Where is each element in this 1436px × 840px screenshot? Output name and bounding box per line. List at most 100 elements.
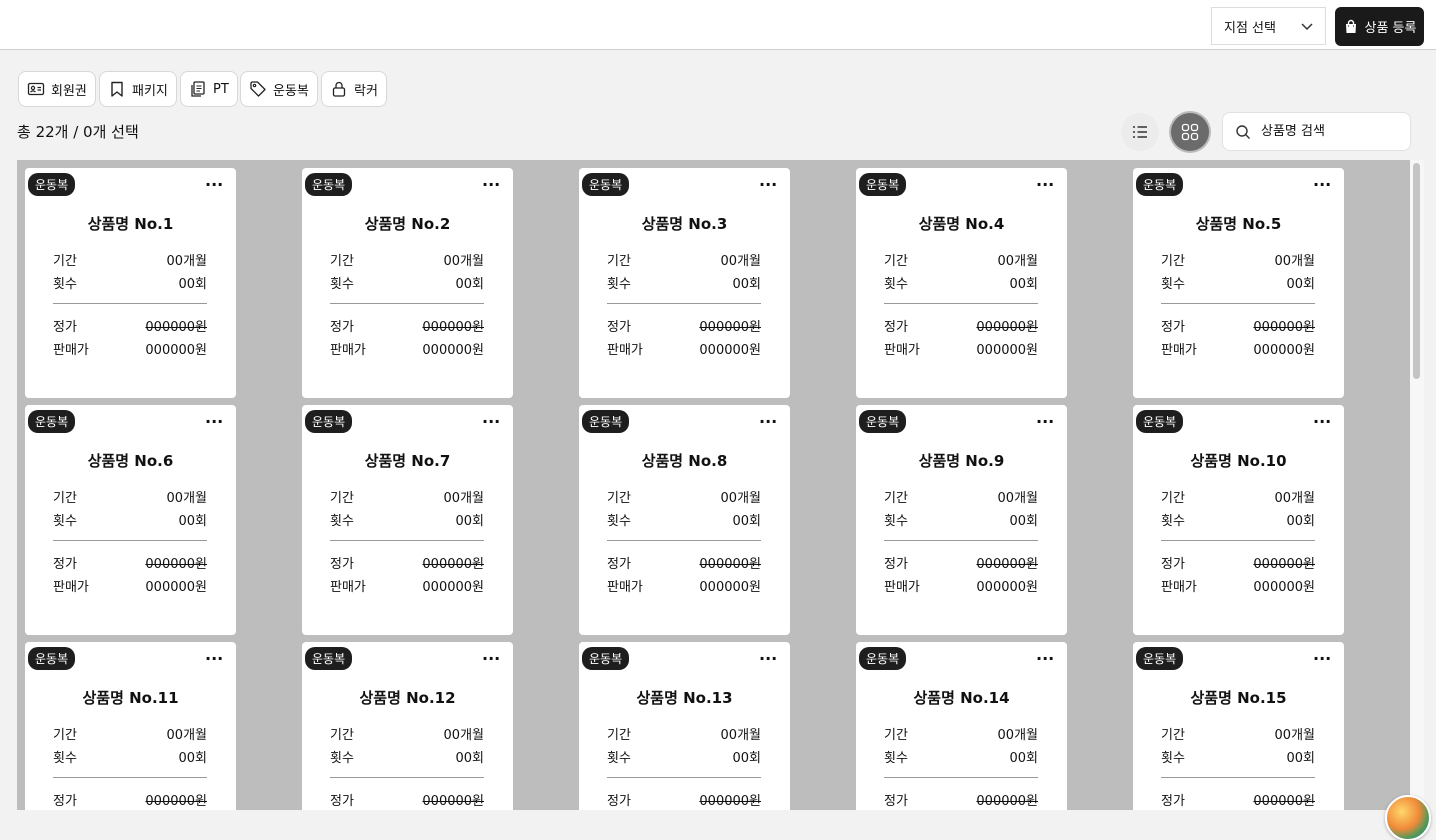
count-label: 횟수 (607, 751, 631, 766)
category-badge: 운동복 (859, 647, 907, 670)
more-options-icon[interactable]: ··· (205, 177, 223, 193)
product-card[interactable]: 운동복 ··· 상품명 No.10 기간 00개월 횟수 00회 정가 000000원 판매가 00… (1133, 405, 1344, 635)
count-row: 횟수 00회 (884, 747, 1038, 766)
period-row: 기간 00개월 (1161, 724, 1315, 743)
category-label: 락커 (354, 83, 378, 99)
sale-price-row: 판매가 000000원 (607, 339, 761, 358)
register-product-label: 상품 등록 (1364, 21, 1417, 36)
more-options-icon[interactable]: ··· (1036, 177, 1054, 193)
period-label: 기간 (330, 728, 354, 743)
sale-price-row: 판매가 000000원 (1161, 339, 1315, 358)
product-card[interactable]: 운동복 ··· 상품명 No.9 기간 00개월 횟수 00회 정가 000000원 판매가 000… (856, 405, 1067, 635)
count-row: 횟수 00회 (607, 510, 761, 529)
category-button-pt[interactable]: PT (180, 71, 238, 107)
more-options-icon[interactable]: ··· (759, 414, 777, 430)
grid-view-button[interactable] (1171, 113, 1209, 151)
count-value: 00회 (732, 514, 761, 529)
category-button-locker[interactable]: 락커 (321, 71, 387, 107)
scrollbar-thumb[interactable] (1413, 163, 1420, 379)
sale-price-label: 판매가 (1161, 580, 1197, 595)
count-label: 횟수 (330, 751, 354, 766)
list-price-value: 000000원 (976, 320, 1038, 335)
period-value: 00개월 (997, 491, 1038, 506)
product-card[interactable]: 운동복···상품명 No.15기간00개월횟수00회정가000000원판매가00… (1133, 642, 1344, 810)
product-name: 상품명 No.14 (913, 689, 1010, 707)
count-label: 횟수 (607, 277, 631, 292)
clipboard-icon (191, 81, 205, 97)
more-options-icon[interactable]: ··· (1313, 414, 1331, 430)
divider (53, 777, 207, 778)
product-card[interactable]: 운동복···상품명 No.12기간00개월횟수00회정가000000원판매가00… (302, 642, 513, 810)
period-row: 기간 00개월 (884, 487, 1038, 506)
product-card[interactable]: 운동복 ··· 상품명 No.4 기간 00개월 횟수 00회 정가 000000원 판매가 000… (856, 168, 1067, 398)
period-row: 기간 00개월 (607, 250, 761, 269)
sale-price-value: 000000원 (699, 343, 761, 358)
more-options-icon[interactable]: ··· (1313, 651, 1331, 667)
product-name: 상품명 No.6 (87, 452, 174, 470)
divider (1161, 777, 1315, 778)
sale-price-label: 판매가 (330, 580, 366, 595)
id-card-icon (27, 82, 45, 96)
product-card[interactable]: 운동복 ··· 상품명 No.2 기간 00개월 횟수 00회 정가 000000원 판매가 000… (302, 168, 513, 398)
period-value: 00개월 (443, 254, 484, 269)
list-price-label: 정가 (607, 320, 631, 335)
list-price-label: 정가 (53, 320, 77, 335)
list-price-row: 정가 000000원 (607, 790, 761, 809)
product-card[interactable]: 운동복 ··· 상품명 No.8 기간 00개월 횟수 00회 정가 000000원 판매가 000… (579, 405, 790, 635)
search-input[interactable] (1261, 124, 1391, 139)
avatar[interactable] (1385, 795, 1431, 840)
category-button-sportswear[interactable]: 운동복 (240, 71, 318, 107)
period-label: 기간 (884, 491, 908, 506)
product-card[interactable]: 운동복 ··· 상품명 No.6 기간 00개월 횟수 00회 정가 000000원 판매가 000… (25, 405, 236, 635)
more-options-icon[interactable]: ··· (482, 651, 500, 667)
list-price-row: 정가 000000원 (53, 790, 207, 809)
category-button-membership[interactable]: 회원권 (18, 71, 96, 107)
sale-price-label: 판매가 (607, 580, 643, 595)
more-options-icon[interactable]: ··· (1313, 177, 1331, 193)
period-row: 기간 00개월 (53, 487, 207, 506)
product-card[interactable]: 운동복 ··· 상품명 No.3 기간 00개월 횟수 00회 정가 000000원 판매가 000… (579, 168, 790, 398)
list-view-button[interactable] (1121, 113, 1159, 151)
count-value: 00회 (1009, 514, 1038, 529)
more-options-icon[interactable]: ··· (759, 651, 777, 667)
more-options-icon[interactable]: ··· (1036, 651, 1054, 667)
register-product-button[interactable]: 상품 등록 (1335, 7, 1424, 46)
category-button-package[interactable]: 패키지 (99, 71, 177, 107)
product-card[interactable]: 운동복 ··· 상품명 No.5 기간 00개월 횟수 00회 정가 000000원 판매가 000… (1133, 168, 1344, 398)
list-price-row: 정가 000000원 (1161, 553, 1315, 572)
divider (53, 303, 207, 304)
product-card[interactable]: 운동복···상품명 No.11기간00개월횟수00회정가000000원판매가00… (25, 642, 236, 810)
period-row: 기간 00개월 (53, 250, 207, 269)
category-badge: 운동복 (28, 647, 76, 670)
count-label: 횟수 (330, 277, 354, 292)
sale-price-row: 판매가 000000원 (330, 339, 484, 358)
list-price-value: 000000원 (1253, 557, 1315, 572)
more-options-icon[interactable]: ··· (759, 177, 777, 193)
divider (884, 303, 1038, 304)
period-label: 기간 (53, 254, 77, 269)
period-label: 기간 (1161, 254, 1185, 269)
product-grid: 운동복 ··· 상품명 No.1 기간 00개월 횟수 00회 정가 000000원 판매가 000… (17, 160, 1410, 810)
branch-select[interactable]: 지점 선택 (1211, 7, 1326, 45)
list-price-value: 000000원 (145, 794, 207, 809)
more-options-icon[interactable]: ··· (205, 651, 223, 667)
product-card[interactable]: 운동복 ··· 상품명 No.1 기간 00개월 횟수 00회 정가 000000원 판매가 000… (25, 168, 236, 398)
divider (330, 540, 484, 541)
scrollbar[interactable] (1410, 160, 1424, 810)
count-value: 00회 (1286, 514, 1315, 529)
period-value: 00개월 (443, 728, 484, 743)
lock-icon (332, 81, 346, 97)
more-options-icon[interactable]: ··· (482, 414, 500, 430)
list-price-value: 000000원 (699, 557, 761, 572)
product-card[interactable]: 운동복···상품명 No.14기간00개월횟수00회정가000000원판매가00… (856, 642, 1067, 810)
more-options-icon[interactable]: ··· (482, 177, 500, 193)
period-label: 기간 (607, 254, 631, 269)
product-card[interactable]: 운동복 ··· 상품명 No.7 기간 00개월 횟수 00회 정가 000000원 판매가 000… (302, 405, 513, 635)
more-options-icon[interactable]: ··· (1036, 414, 1054, 430)
product-card[interactable]: 운동복···상품명 No.13기간00개월횟수00회정가000000원판매가00… (579, 642, 790, 810)
product-name: 상품명 No.12 (359, 689, 456, 707)
product-name: 상품명 No.11 (82, 689, 179, 707)
period-row: 기간 00개월 (607, 724, 761, 743)
more-options-icon[interactable]: ··· (205, 414, 223, 430)
list-price-row: 정가 000000원 (1161, 790, 1315, 809)
